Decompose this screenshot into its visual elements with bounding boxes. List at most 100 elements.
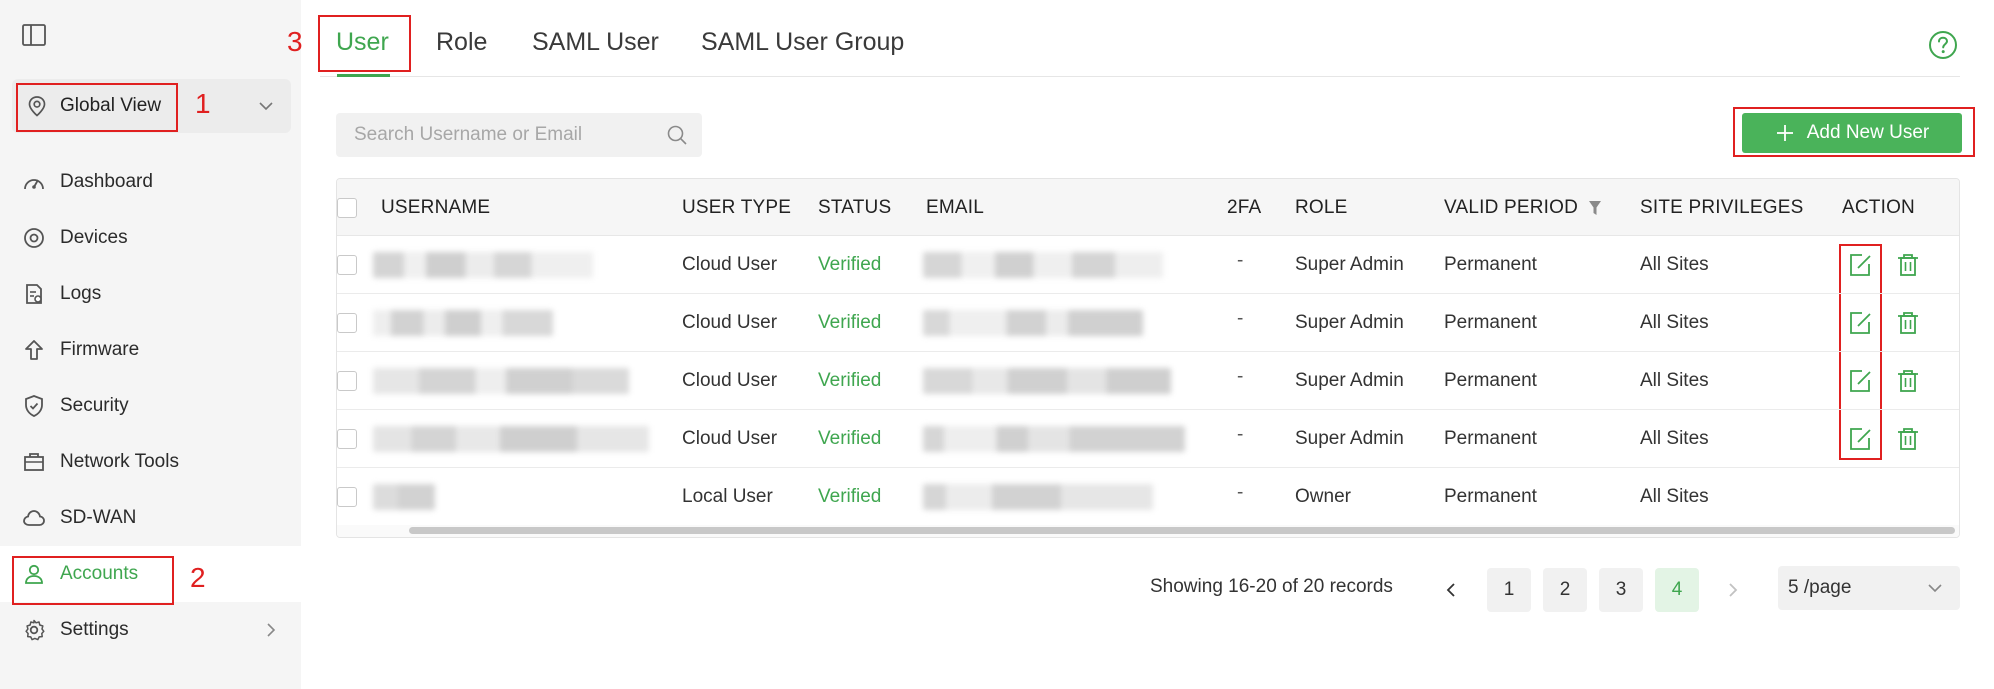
sidebar-collapse-icon[interactable] [22,24,46,46]
redacted-email [923,484,1153,510]
column-header-valid-period[interactable]: VALID PERIOD [1444,197,1578,219]
table-row[interactable]: Cloud User Verified - Super Admin Perman… [337,294,1959,352]
2fa-value: - [1237,366,1244,387]
status-badge: Verified [818,370,882,391]
site-selector-label: Global View [60,95,162,116]
chevron-right-icon [267,623,276,637]
row-checkbox[interactable] [337,487,357,507]
delete-icon[interactable] [1894,251,1922,279]
row-checkbox[interactable] [337,429,357,449]
edit-icon[interactable] [1846,367,1874,395]
row-checkbox[interactable] [337,313,357,333]
add-new-user-label: Add New User [1806,122,1930,143]
page-size-select[interactable]: 5 /page [1778,566,1960,610]
edit-icon[interactable] [1846,425,1874,453]
table-header: USERNAME USER TYPE STATUS EMAIL 2FA ROLE… [337,179,1959,236]
row-checkbox[interactable] [337,255,357,275]
sidebar-item-logs[interactable]: Logs [0,266,301,322]
user-type: Cloud User [682,428,778,449]
search-input[interactable] [354,124,654,146]
column-header-action: ACTION [1842,197,1915,218]
table-row[interactable]: Cloud User Verified - Super Admin Perman… [337,410,1959,468]
search-icon[interactable] [666,124,688,146]
chevron-left-icon[interactable] [1442,580,1460,600]
toolbox-icon [22,450,46,474]
redacted-email [923,426,1185,452]
redacted-username [373,252,593,278]
help-icon[interactable] [1928,30,1958,60]
edit-icon[interactable] [1846,309,1874,337]
status-badge: Verified [818,428,882,449]
sidebar-item-label: Network Tools [60,451,179,472]
column-header-user-type[interactable]: USER TYPE [682,197,791,219]
redacted-email [923,252,1163,278]
site-privileges: All Sites [1640,428,1709,449]
table-row[interactable]: Cloud User Verified - Super Admin Perman… [337,236,1959,294]
column-header-role[interactable]: ROLE [1295,197,1348,219]
tab-role[interactable]: Role [436,28,487,57]
sidebar-item-settings[interactable]: Settings [0,602,301,658]
status-badge: Verified [818,254,882,275]
sidebar-item-label: Settings [60,619,129,640]
sidebar: Global View Dashboard Devices Logs Firmw… [0,0,301,689]
row-checkbox[interactable] [337,371,357,391]
user-type: Cloud User [682,254,778,275]
page-button-3[interactable]: 3 [1599,568,1643,612]
sidebar-item-dashboard[interactable]: Dashboard [0,154,301,210]
gear-icon [22,618,46,642]
user-type: Local User [682,486,773,507]
annotation-number: 1 [195,88,211,119]
page-button-1[interactable]: 1 [1487,568,1531,612]
2fa-value: - [1237,424,1244,445]
site-selector[interactable]: Global View [12,79,291,133]
table-row[interactable]: Local User Verified - Owner Permanent Al… [337,468,1959,526]
sidebar-item-sd-wan[interactable]: SD-WAN [0,490,301,546]
add-new-user-button[interactable]: Add New User [1742,113,1962,153]
site-privileges: All Sites [1640,370,1709,391]
role: Super Admin [1295,428,1404,449]
valid-period: Permanent [1444,312,1537,333]
column-header-username[interactable]: USERNAME [381,197,490,219]
delete-icon[interactable] [1894,367,1922,395]
active-tab-indicator [337,74,390,77]
sidebar-item-label: SD-WAN [60,507,137,528]
plus-icon [1776,125,1793,141]
page-button-4[interactable]: 4 [1655,568,1699,612]
column-header-status[interactable]: STATUS [818,197,891,219]
sidebar-item-firmware[interactable]: Firmware [0,322,301,378]
redacted-email [923,368,1171,394]
sidebar-item-devices[interactable]: Devices [0,210,301,266]
tab-saml-user-group[interactable]: SAML User Group [701,28,904,57]
page-button-2[interactable]: 2 [1543,568,1587,612]
redacted-username [373,484,435,510]
valid-period: Permanent [1444,370,1537,391]
chevron-right-icon[interactable] [1724,580,1742,600]
filter-icon[interactable] [1588,200,1602,216]
scrollbar-thumb[interactable] [409,527,1955,534]
tab-saml-user[interactable]: SAML User [532,28,659,57]
valid-period: Permanent [1444,486,1537,507]
column-header-email[interactable]: EMAIL [926,197,984,219]
user-type: Cloud User [682,370,778,391]
2fa-value: - [1237,308,1244,329]
annotation-number: 2 [190,562,206,593]
sidebar-item-accounts[interactable]: Accounts [0,546,301,602]
site-privileges: All Sites [1640,312,1709,333]
sidebar-item-label: Logs [60,283,102,304]
delete-icon[interactable] [1894,309,1922,337]
column-header-site-privileges[interactable]: SITE PRIVILEGES [1640,197,1804,219]
sidebar-item-security[interactable]: Security [0,378,301,434]
column-header-2fa[interactable]: 2FA [1227,197,1261,219]
sidebar-item-label: Security [60,395,129,416]
sidebar-nav: Dashboard Devices Logs Firmware Security [0,154,301,658]
chevron-down-icon [259,102,273,111]
user-icon [22,562,46,586]
firmware-icon [22,338,46,362]
horizontal-scrollbar[interactable] [337,525,1959,537]
select-all-checkbox[interactable] [337,198,357,218]
table-row[interactable]: Cloud User Verified - Super Admin Perman… [337,352,1959,410]
tab-user[interactable]: User [336,28,389,57]
delete-icon[interactable] [1894,425,1922,453]
sidebar-item-network-tools[interactable]: Network Tools [0,434,301,490]
edit-icon[interactable] [1846,251,1874,279]
